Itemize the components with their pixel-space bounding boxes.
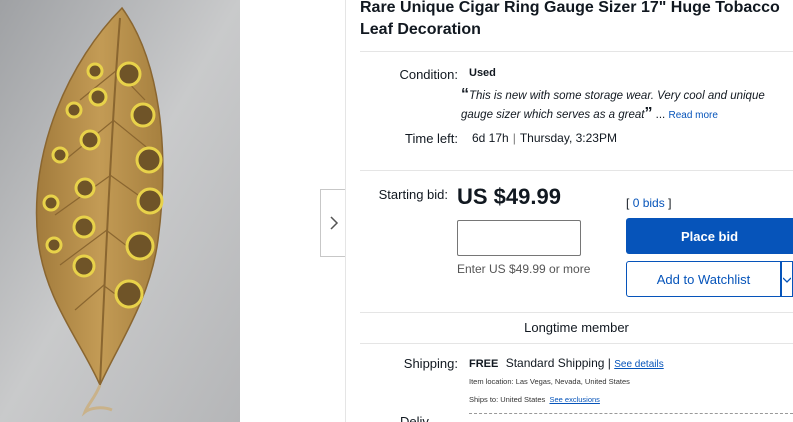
bid-count: [ 0 bids ] — [626, 196, 671, 210]
divider — [360, 343, 793, 344]
time-duration: 6d 17h — [472, 131, 509, 145]
item-location: Item location: Las Vegas, Nevada, United… — [469, 377, 630, 386]
divider — [360, 51, 793, 52]
bid-hint: Enter US $49.99 or more — [457, 262, 591, 276]
leaf-photo — [0, 0, 240, 422]
listing-title: Rare Unique Cigar Ring Gauge Sizer 17" H… — [360, 0, 780, 38]
delivery-estimate — [469, 413, 793, 422]
end-time: Thursday, 3:23PM — [519, 131, 617, 145]
ships-to-text: Ships to: United States — [469, 395, 546, 404]
column-divider — [345, 0, 346, 422]
shipping-summary: FREE Standard Shipping | See details — [469, 356, 664, 370]
delivery-label: Deliv — [400, 414, 429, 422]
open-quote: “ — [461, 86, 469, 103]
condition-label: Condition: — [399, 67, 458, 82]
time-separator: | — [512, 131, 516, 145]
shipping-label: Shipping: — [403, 356, 458, 371]
ships-to: Ships to: United States See exclusions — [469, 395, 600, 404]
ellipsis: ... — [655, 109, 666, 121]
chevron-down-icon — [782, 270, 792, 288]
place-bid-button[interactable]: Place bid — [626, 218, 793, 254]
seller-badge: Longtime member — [524, 320, 629, 335]
close-quote: ” — [644, 105, 653, 122]
chevron-right-icon — [329, 216, 339, 230]
shipping-method: Standard Shipping | — [505, 356, 611, 370]
divider — [360, 170, 793, 171]
time-left-label: Time left: — [405, 131, 458, 146]
condition-value: Used — [469, 67, 496, 79]
bracket-open: [ — [626, 196, 630, 210]
condition-description: “This is new with some storage wear. Ver… — [461, 86, 793, 125]
bids-link[interactable]: 0 bids — [633, 196, 665, 210]
condition-text: This is new with some storage wear. Very… — [461, 90, 765, 121]
product-image[interactable] — [0, 0, 240, 422]
time-left-value: 6d 17h | Thursday, 3:23PM — [472, 131, 617, 145]
see-exclusions-link[interactable]: See exclusions — [549, 395, 599, 404]
free-shipping: FREE — [469, 358, 499, 370]
see-details-link[interactable]: See details — [614, 359, 663, 370]
next-image-button[interactable] — [320, 189, 346, 257]
add-to-watchlist-button[interactable]: Add to Watchlist — [626, 261, 781, 297]
divider — [360, 312, 793, 313]
bracket-close: ] — [668, 196, 672, 210]
read-more-link[interactable]: Read more — [668, 110, 717, 121]
bid-amount-input[interactable] — [457, 220, 581, 256]
watchlist-dropdown-button[interactable] — [781, 261, 793, 297]
starting-bid-label: Starting bid: — [378, 187, 448, 202]
price: US $49.99 — [457, 184, 561, 209]
